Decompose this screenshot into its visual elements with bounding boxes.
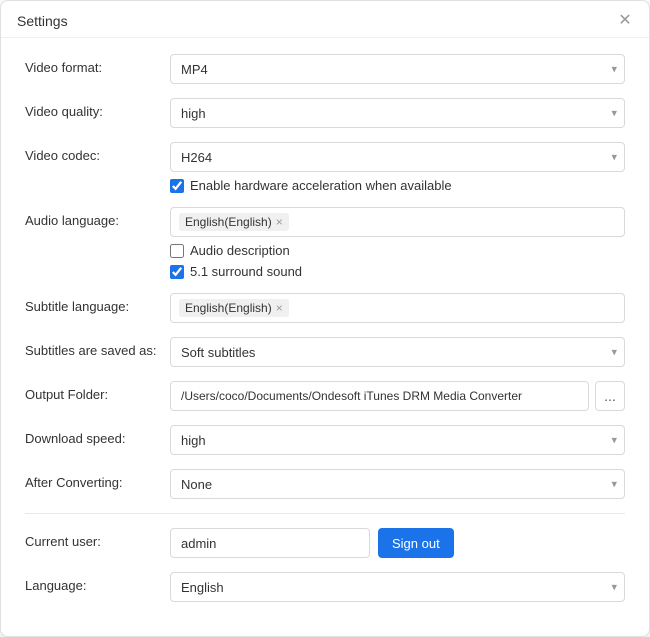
language-row: Language: English Chinese Japanese Korea…: [25, 572, 625, 602]
video-codec-label: Video codec:: [25, 142, 170, 163]
title-bar: Settings ✕: [1, 1, 649, 38]
audio-language-tag-input[interactable]: English(English) ×: [170, 207, 625, 237]
after-converting-select[interactable]: None Open folder Shut down: [170, 469, 625, 499]
current-user-label: Current user:: [25, 528, 170, 549]
language-select[interactable]: English Chinese Japanese Korean: [170, 572, 625, 602]
subtitle-language-row: Subtitle language: English(English) ×: [25, 293, 625, 323]
subtitles-saved-as-select[interactable]: Soft subtitles Hard subtitles None: [170, 337, 625, 367]
output-folder-input[interactable]: [170, 381, 589, 411]
after-converting-select-wrapper: None Open folder Shut down ▾: [170, 469, 625, 499]
subtitle-language-control: English(English) ×: [170, 293, 625, 323]
language-control: English Chinese Japanese Korean ▾: [170, 572, 625, 602]
subtitle-language-tag: English(English) ×: [179, 299, 289, 317]
video-codec-row: Video codec: H264 H265 MPEG4 ▾ Enable ha…: [25, 142, 625, 193]
video-quality-control: high medium low ▾: [170, 98, 625, 128]
output-folder-control: ...: [170, 381, 625, 411]
audio-language-label: Audio language:: [25, 207, 170, 228]
video-format-select[interactable]: MP4 MKV AVI MOV: [170, 54, 625, 84]
close-button[interactable]: ✕: [617, 13, 633, 29]
output-folder-input-row: ...: [170, 381, 625, 411]
video-quality-row: Video quality: high medium low ▾: [25, 98, 625, 128]
current-user-row: Current user: Sign out: [25, 528, 625, 558]
audio-language-row: Audio language: English(English) × Audio…: [25, 207, 625, 279]
video-quality-select-wrapper: high medium low ▾: [170, 98, 625, 128]
audio-description-row: Audio description: [170, 243, 625, 258]
subtitles-saved-as-label: Subtitles are saved as:: [25, 337, 170, 358]
download-speed-label: Download speed:: [25, 425, 170, 446]
language-select-wrapper: English Chinese Japanese Korean ▾: [170, 572, 625, 602]
settings-content: Video format: MP4 MKV AVI MOV ▾ Video qu…: [1, 38, 649, 636]
download-speed-row: Download speed: high medium low ▾: [25, 425, 625, 455]
settings-window: Settings ✕ Video format: MP4 MKV AVI MOV…: [0, 0, 650, 637]
current-user-control: Sign out: [170, 528, 625, 558]
audio-language-control: English(English) × Audio description 5.1…: [170, 207, 625, 279]
after-converting-label: After Converting:: [25, 469, 170, 490]
audio-language-tag-text: English(English): [185, 215, 272, 229]
video-codec-select-wrapper: H264 H265 MPEG4 ▾: [170, 142, 625, 172]
video-format-label: Video format:: [25, 54, 170, 75]
hardware-accel-checkbox[interactable]: [170, 179, 184, 193]
video-format-select-wrapper: MP4 MKV AVI MOV ▾: [170, 54, 625, 84]
surround-sound-checkbox[interactable]: [170, 265, 184, 279]
surround-sound-label: 5.1 surround sound: [190, 264, 302, 279]
audio-description-checkbox[interactable]: [170, 244, 184, 258]
download-speed-select[interactable]: high medium low: [170, 425, 625, 455]
download-speed-select-wrapper: high medium low ▾: [170, 425, 625, 455]
subtitle-language-tag-text: English(English): [185, 301, 272, 315]
current-user-input[interactable]: [170, 528, 370, 558]
sign-out-button[interactable]: Sign out: [378, 528, 454, 558]
audio-language-tag: English(English) ×: [179, 213, 289, 231]
download-speed-control: high medium low ▾: [170, 425, 625, 455]
video-quality-select[interactable]: high medium low: [170, 98, 625, 128]
video-format-control: MP4 MKV AVI MOV ▾: [170, 54, 625, 84]
after-converting-control: None Open folder Shut down ▾: [170, 469, 625, 499]
video-codec-select[interactable]: H264 H265 MPEG4: [170, 142, 625, 172]
window-title: Settings: [17, 13, 68, 29]
subtitles-saved-as-row: Subtitles are saved as: Soft subtitles H…: [25, 337, 625, 367]
audio-language-tag-close[interactable]: ×: [276, 215, 283, 229]
language-label: Language:: [25, 572, 170, 593]
video-quality-label: Video quality:: [25, 98, 170, 119]
current-user-input-row: Sign out: [170, 528, 625, 558]
subtitle-language-label: Subtitle language:: [25, 293, 170, 314]
after-converting-row: After Converting: None Open folder Shut …: [25, 469, 625, 499]
output-folder-label: Output Folder:: [25, 381, 170, 402]
video-codec-control: H264 H265 MPEG4 ▾ Enable hardware accele…: [170, 142, 625, 193]
output-folder-row: Output Folder: ...: [25, 381, 625, 411]
divider: [25, 513, 625, 514]
subtitles-saved-as-select-wrapper: Soft subtitles Hard subtitles None ▾: [170, 337, 625, 367]
subtitle-language-tag-input[interactable]: English(English) ×: [170, 293, 625, 323]
video-format-row: Video format: MP4 MKV AVI MOV ▾: [25, 54, 625, 84]
hardware-accel-label: Enable hardware acceleration when availa…: [190, 178, 452, 193]
subtitles-saved-as-control: Soft subtitles Hard subtitles None ▾: [170, 337, 625, 367]
subtitle-language-tag-close[interactable]: ×: [276, 301, 283, 315]
audio-description-label: Audio description: [190, 243, 290, 258]
hardware-accel-row: Enable hardware acceleration when availa…: [170, 178, 625, 193]
output-folder-browse-button[interactable]: ...: [595, 381, 625, 411]
surround-sound-row: 5.1 surround sound: [170, 264, 625, 279]
